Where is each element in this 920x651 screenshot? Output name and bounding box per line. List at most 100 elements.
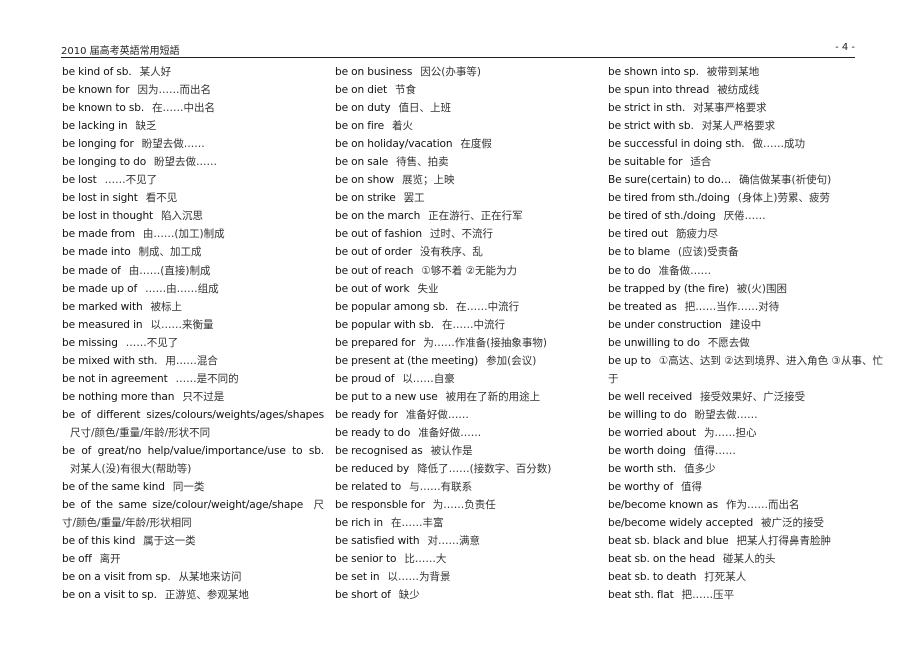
phrase-entry: be shown into sp. 被带到某地: [608, 63, 883, 81]
phrase-chinese: 建设中: [729, 318, 762, 331]
phrase-entry: be nothing more than 只不过是: [62, 388, 324, 406]
phrase-chinese: ……不见了: [125, 336, 179, 349]
phrase-chinese: 值得: [681, 481, 703, 494]
phrase-chinese: ①够不着 ②无能为力: [421, 264, 517, 277]
phrase-entry: be spun into thread 被纺成线: [608, 81, 883, 99]
phrase-entry: be known to sb. 在……中出名: [62, 99, 324, 117]
phrase-chinese: (身体上)劳累、疲劳: [737, 192, 830, 205]
phrase-english: be worth sth.: [608, 463, 677, 476]
phrase-english: be proud of: [335, 372, 395, 385]
phrase-entry: beat sth. flat 把……压平: [608, 586, 883, 604]
phrase-chinese: 对某事严格要求: [693, 102, 767, 115]
phrase-english: be popular with sb.: [335, 318, 435, 331]
phrase-english: be/become widely accepted: [608, 517, 754, 530]
phrase-entry: be to blame (应该)受责备: [608, 243, 883, 261]
phrase-entry: be on sale 待售、拍卖: [335, 153, 597, 171]
phrase-chinese: 以……自豪: [402, 372, 455, 385]
phrase-english: be popular among sb.: [335, 300, 449, 313]
phrase-entry: be on a visit to sp. 正游览、参观某地: [62, 586, 324, 604]
phrase-chinese: 接受效果好、广泛接受: [700, 390, 806, 403]
phrase-chinese: 尺寸/颜色/重量/年龄/形状不同: [70, 426, 211, 439]
phrase-entry: be on duty 值日、上班: [335, 99, 597, 117]
phrase-english: be on show: [335, 174, 395, 187]
phrase-entry: be satisfied with 对……满意: [335, 532, 597, 550]
phrase-english: be spun into thread: [608, 84, 710, 97]
phrase-chinese: 因公(办事等): [420, 66, 481, 78]
phrase-english: be missing: [62, 336, 118, 349]
phrase-english: be satisfied with: [335, 535, 420, 548]
phrase-entry: be strict in sth. 对某事严格要求: [608, 99, 883, 117]
phrase-english: be strict with sb.: [608, 120, 694, 133]
phrase-english: be known for: [62, 84, 130, 97]
phrase-english: be on holiday/vacation: [335, 138, 453, 151]
phrase-english: be off: [62, 553, 92, 566]
phrase-english: be made from: [62, 228, 135, 241]
document-title: 2010 届高考英語常用短語: [61, 46, 180, 57]
phrase-english: be tired out: [608, 228, 668, 241]
phrase-english: be on strike: [335, 192, 396, 205]
phrase-english: be on a visit from sp.: [62, 571, 171, 584]
phrase-chinese: 为……担心: [704, 426, 757, 439]
phrase-chinese: 属于这一类: [143, 535, 196, 548]
phrase-english: be prepared for: [335, 336, 416, 349]
phrase-entry: be treated as 把……当作……对待: [608, 298, 883, 316]
phrase-entry: be under construction 建设中: [608, 316, 883, 334]
phrase-entry: be reduced by 降低了……(接数字、百分数): [335, 460, 597, 478]
phrase-chinese: 准备做……: [658, 264, 712, 277]
phrase-english: be of the same size/colour/weight/age/sh…: [62, 499, 304, 512]
phrase-entry: be out of fashion 过时、不流行: [335, 225, 597, 243]
phrase-entry: be suitable for 适合: [608, 153, 883, 171]
phrase-english: be responsble for: [335, 499, 425, 512]
phrase-english: be not in agreement: [62, 372, 168, 385]
phrase-chinese: 把某人打得鼻青脸肿: [736, 535, 831, 548]
phrase-english: be well received: [608, 390, 693, 403]
phrase-english: be suitable for: [608, 156, 683, 169]
phrase-chinese: 值多少: [684, 463, 716, 476]
phrase-english: be shown into sp.: [608, 66, 699, 78]
phrase-entry: be made of 由……(直接)制成: [62, 262, 324, 280]
phrase-chinese: 准备好做……: [405, 408, 469, 421]
phrase-entry: be unwilling to do 不愿去做: [608, 334, 883, 352]
phrase-english: be of great/no help/value/importance/use…: [62, 444, 324, 457]
phrase-entry: be out of work 失业: [335, 280, 597, 298]
phrase-chinese: 节食: [395, 84, 417, 97]
phrase-entry: be put to a new use 被用在了新的用途上: [335, 388, 597, 406]
phrase-entry: be related to 与……有联系: [335, 478, 597, 496]
phrase-entry: be to do 准备做……: [608, 262, 883, 280]
phrase-english: be tired of sth./doing: [608, 210, 716, 223]
phrase-chinese: 被标上: [150, 300, 183, 313]
phrase-entry: be on holiday/vacation 在度假: [335, 135, 597, 153]
phrase-english: be made up of: [62, 282, 138, 295]
phrase-entry: be prepared for 为……作准备(接抽象事物): [335, 334, 597, 352]
phrase-chinese: 看不见: [145, 192, 178, 205]
phrase-entry: be made into 制成、加工成: [62, 243, 324, 261]
phrase-entry: be known for 因为……而出名: [62, 81, 324, 99]
phrase-chinese: 对某人严格要求: [701, 120, 776, 133]
phrase-chinese: 被广泛的接受: [761, 517, 825, 530]
phrase-english: be of the same kind: [62, 481, 165, 494]
phrase-entry: be made from 由……(加工)制成: [62, 225, 324, 243]
phrase-entry: be lost in sight 看不见: [62, 189, 324, 207]
phrase-english: be short of: [335, 589, 391, 602]
phrase-chinese: 盼望去做……: [141, 138, 205, 151]
phrase-chinese: 为……作准备(接抽象事物): [423, 336, 547, 349]
phrase-column-3: be shown into sp. 被带到某地 be spun into threa…: [608, 63, 883, 604]
phrase-english: be lost: [62, 174, 97, 187]
phrase-chinese: 盼望去做……: [694, 408, 758, 421]
phrase-english: be unwilling to do: [608, 336, 700, 349]
phrase-entry: be worth doing 值得……: [608, 442, 883, 460]
phrase-english: be longing for: [62, 138, 134, 151]
phrase-entry: be missing ……不见了: [62, 334, 324, 352]
phrase-english: be of different sizes/colours/weights/ag…: [62, 408, 324, 421]
phrase-english: be on fire: [335, 120, 384, 133]
phrase-entry: be longing for 盼望去做……: [62, 135, 324, 153]
phrase-entry: be on a visit from sp. 从某地来访问: [62, 568, 324, 586]
phrase-chinese: 值得……: [693, 444, 736, 457]
phrase-entry: beat sb. black and blue 把某人打得鼻青脸肿: [608, 532, 883, 550]
phrase-chinese: 准备好做……: [418, 426, 482, 439]
phrase-chinese: 由……(直接)制成: [128, 264, 211, 277]
phrase-english: be ready for: [335, 408, 398, 421]
phrase-chinese: 降低了……(接数字、百分数): [417, 463, 552, 476]
phrase-chinese: 某人好: [139, 66, 172, 78]
phrase-english: be mixed with sth.: [62, 354, 158, 367]
